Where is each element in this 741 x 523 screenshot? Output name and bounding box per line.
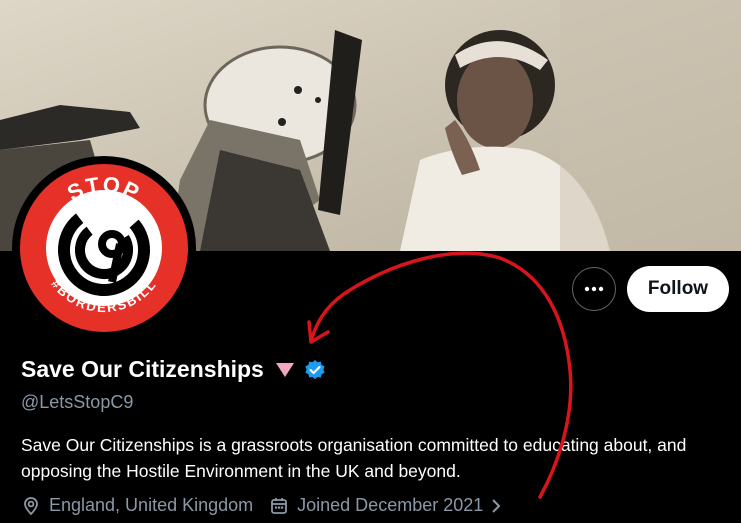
calendar-icon [271,497,288,514]
avatar: STOP #BORDERSBILL [20,164,188,332]
location-item: England, United Kingdom [21,495,253,516]
location-text: England, United Kingdom [49,495,254,515]
more-options-button[interactable] [572,267,616,311]
follow-button[interactable]: Follow [627,266,729,312]
verified-badge-icon[interactable] [304,359,326,381]
profile-handle: @LetsStopC9 [21,392,134,412]
chevron-right-icon[interactable] [489,497,503,515]
profile-name-row: Save Our Citizenships [21,356,326,383]
joined-text: Joined December 2021 [297,495,484,515]
more-options-icon [584,286,604,292]
profile-bio: Save Our Citizenships is a grassroots or… [21,435,687,481]
pink-triangle-icon [275,362,294,377]
profile-avatar-frame[interactable]: STOP #BORDERSBILL [12,156,196,340]
joined-item: Joined December 2021 [269,495,503,516]
location-pin-icon [24,496,38,515]
profile-meta: England, United Kingdom Joined December … [21,495,503,516]
display-name: Save Our Citizenships [21,356,264,382]
